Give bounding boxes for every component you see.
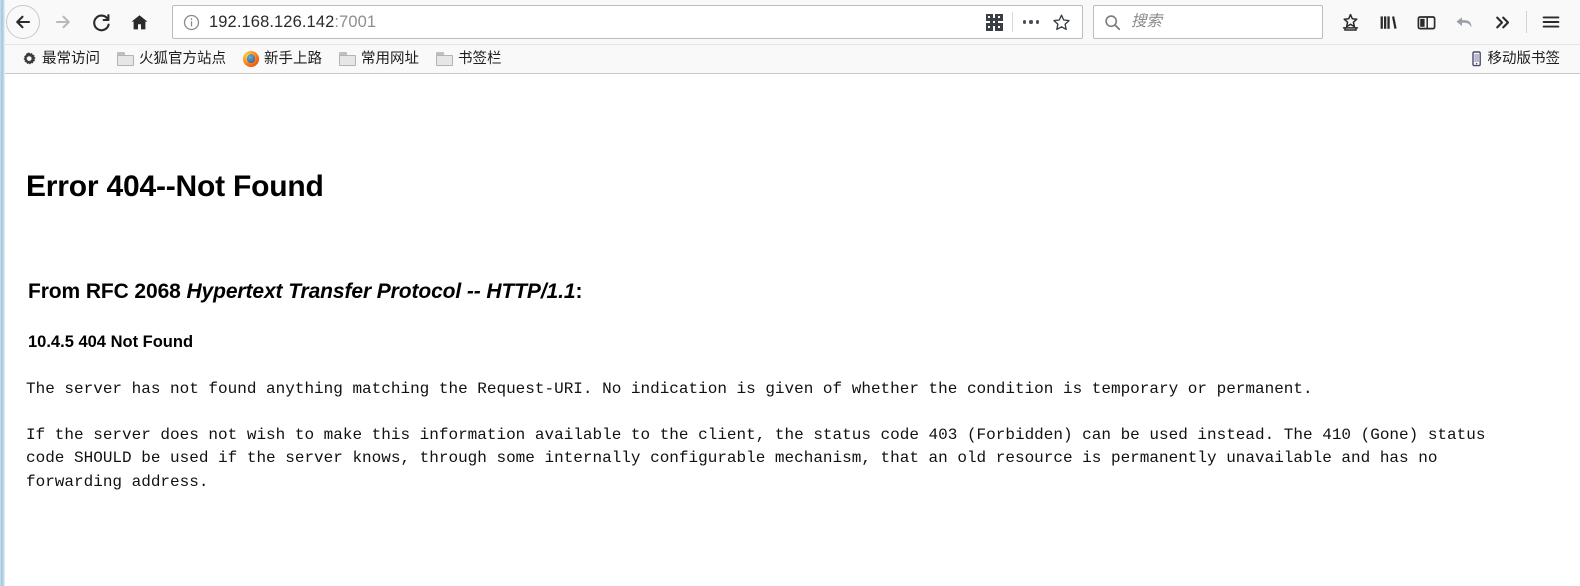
urlbar-separator (1012, 12, 1013, 32)
home-icon (131, 14, 147, 29)
qr-code-icon[interactable] (979, 7, 1009, 37)
bookmark-mobile[interactable]: 移动版书签 (1463, 48, 1568, 71)
home-button[interactable] (120, 3, 158, 41)
gear-icon (21, 51, 37, 67)
rfc-suffix: : (575, 280, 583, 303)
bookmark-label: 最常访问 (42, 50, 100, 67)
url-host: 192.168.126.142 (209, 12, 335, 31)
page-info-icon[interactable] (183, 14, 200, 31)
right-toolbar (1331, 3, 1570, 41)
bookmark-toolbar-folder[interactable]: 书签栏 (429, 48, 509, 71)
mobile-phone-icon (1470, 51, 1483, 67)
library-icon[interactable] (1369, 3, 1407, 41)
browser-chrome: 192.168.126.142:7001 搜索 最常访问 火狐官方站点 新手上路… (0, 0, 1580, 74)
page-actions-icon[interactable] (1016, 7, 1046, 37)
rfc-prefix: From RFC 2068 (28, 280, 187, 303)
page-inner: Error 404--Not Found From RFC 2068 Hyper… (0, 74, 1580, 495)
star-icon[interactable] (1046, 7, 1076, 37)
paragraph-2: If the server does not wish to make this… (26, 425, 1496, 492)
rfc-heading: From RFC 2068 Hypertext Transfer Protoco… (28, 280, 1560, 304)
arrow-left-icon (16, 15, 31, 29)
folder-icon (339, 52, 356, 66)
rfc-title: Hypertext Transfer Protocol -- HTTP/1.1 (186, 280, 576, 303)
reload-icon (92, 13, 110, 31)
bookmark-firefox-official[interactable]: 火狐官方站点 (110, 48, 233, 71)
back-button[interactable] (6, 5, 40, 39)
search-input[interactable] (1129, 12, 1314, 32)
bookmark-label: 移动版书签 (1487, 50, 1561, 67)
forward-button[interactable] (44, 3, 82, 41)
bookmark-label: 火狐官方站点 (139, 50, 226, 67)
page-content: Error 404--Not Found From RFC 2068 Hyper… (0, 74, 1580, 586)
bookmark-label: 书签栏 (458, 50, 502, 67)
reload-button[interactable] (82, 3, 120, 41)
arrow-right-icon (55, 15, 70, 29)
window-left-edge (0, 0, 5, 586)
search-icon (1104, 14, 1121, 31)
sidebar-icon[interactable] (1407, 3, 1445, 41)
folder-icon (117, 52, 134, 66)
page-title: Error 404--Not Found (26, 170, 324, 203)
bookmark-label: 常用网址 (361, 50, 419, 67)
bookmarks-bar: 最常访问 火狐官方站点 新手上路 常用网址 书签栏 移动版书签 (0, 44, 1580, 73)
firefox-icon (243, 51, 259, 67)
hamburger-menu-icon[interactable] (1532, 3, 1570, 41)
save-to-pocket-icon[interactable] (1331, 3, 1369, 41)
navigation-toolbar: 192.168.126.142:7001 (0, 0, 1580, 44)
paragraph-1: The server has not found anything matchi… (26, 380, 1313, 398)
sync-icon[interactable] (1445, 3, 1483, 41)
url-bar[interactable]: 192.168.126.142:7001 (172, 5, 1083, 39)
bookmark-common-sites[interactable]: 常用网址 (332, 48, 426, 71)
bookmark-label: 新手上路 (264, 50, 322, 67)
bookmark-most-visited[interactable]: 最常访问 (14, 48, 107, 71)
browser-window: 192.168.126.142:7001 搜索 最常访问 火狐官方站点 新手上路… (0, 0, 1580, 586)
url-port: :7001 (334, 12, 377, 31)
overflow-icon[interactable] (1483, 3, 1521, 41)
folder-icon (436, 52, 453, 66)
url-text[interactable]: 192.168.126.142:7001 (209, 13, 979, 32)
search-box[interactable] (1093, 5, 1323, 39)
bookmark-getting-started[interactable]: 新手上路 (236, 48, 329, 71)
urlbar-actions (979, 7, 1076, 37)
toolbar-separator (1526, 11, 1527, 33)
section-heading: 10.4.5 404 Not Found (28, 333, 194, 351)
